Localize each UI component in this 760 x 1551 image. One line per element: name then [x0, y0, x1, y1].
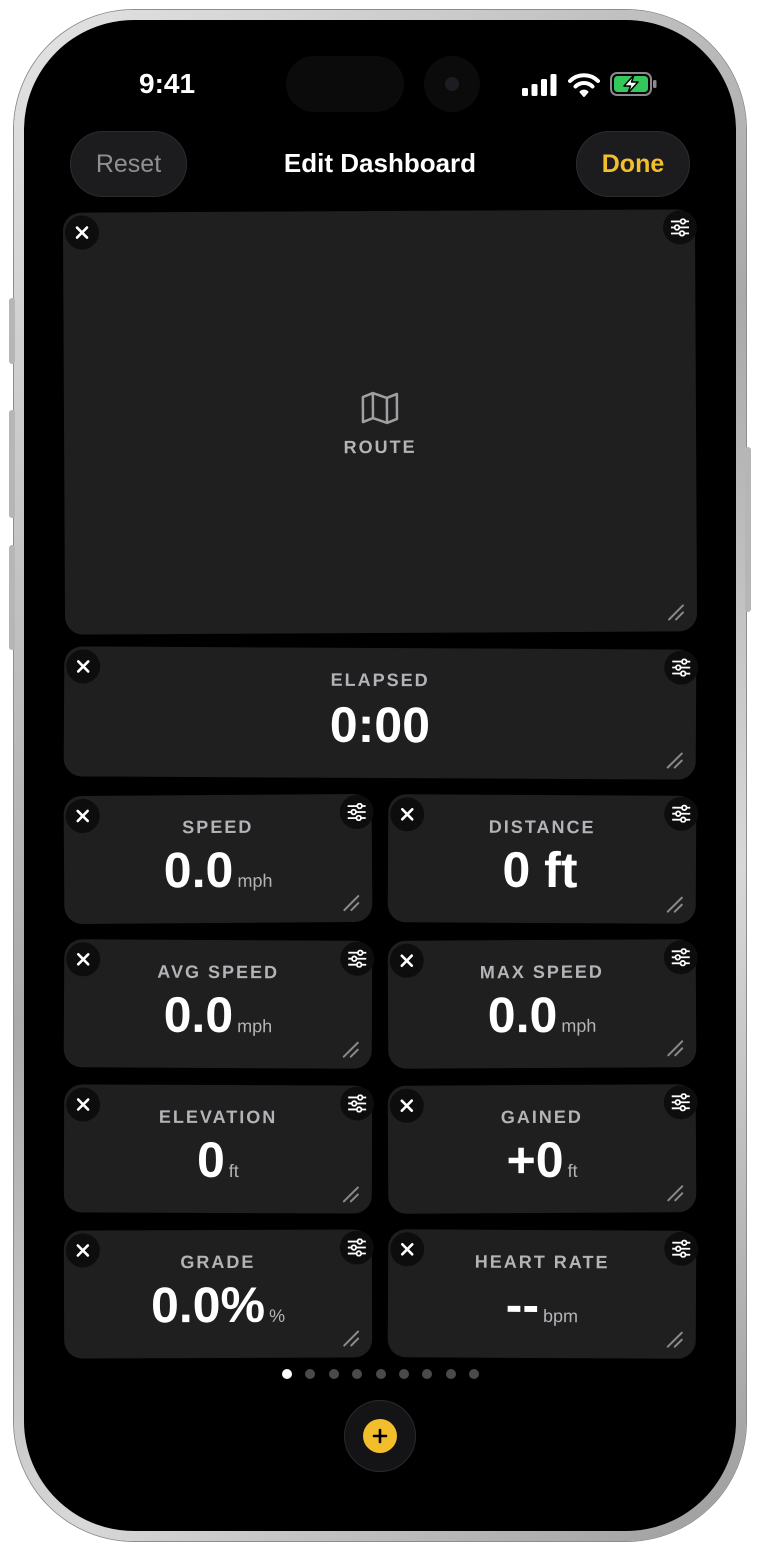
resize-handle-icon[interactable] — [340, 1328, 360, 1348]
close-icon — [75, 226, 89, 239]
tile-value: 0.0 — [163, 986, 234, 1044]
reset-button[interactable]: Reset — [70, 131, 187, 197]
action-button — [9, 298, 15, 364]
camera-icon — [424, 56, 480, 112]
done-button[interactable]: Done — [576, 131, 690, 197]
widget-settings-button[interactable] — [662, 210, 698, 245]
metric-tile[interactable]: AVG SPEED 0.0 mph — [63, 939, 375, 1069]
battery-charging-icon — [610, 72, 657, 96]
tile-unit: mph — [237, 1016, 273, 1037]
route-label: ROUTE — [343, 436, 417, 458]
metric-tile[interactable]: GRADE 0.0%% — [63, 1229, 374, 1359]
add-widget-button[interactable] — [344, 1400, 416, 1472]
metric-tile[interactable]: SPEED 0.0 mph — [63, 793, 374, 925]
tile-label: SPEED — [182, 816, 254, 838]
resize-handle-icon[interactable] — [340, 1183, 360, 1203]
page-dot[interactable] — [282, 1369, 292, 1379]
elapsed-widget[interactable]: ELAPSED 0:00 — [63, 646, 699, 780]
resize-handle-icon[interactable] — [664, 749, 684, 769]
tile-label: DISTANCE — [488, 816, 596, 838]
cellular-signal-icon — [522, 74, 557, 96]
resize-handle-icon[interactable] — [664, 1329, 684, 1349]
tile-label: AVG SPEED — [157, 961, 280, 983]
elapsed-label: ELAPSED — [330, 669, 430, 691]
tile-label: MAX SPEED — [479, 961, 604, 983]
page-dot[interactable] — [445, 1369, 456, 1379]
side-button — [745, 447, 751, 612]
tile-value: 0.0 — [487, 986, 558, 1044]
metric-tile[interactable]: MAX SPEED 0.0 mph — [387, 939, 698, 1069]
volume-down-button — [9, 545, 15, 650]
page-dot[interactable] — [399, 1369, 409, 1379]
resize-handle-icon[interactable] — [664, 1182, 684, 1202]
tile-value: -- — [505, 1276, 540, 1333]
phone-screen: 9:41 Reset Edit Dashboard Done ROUTE ELA… — [24, 20, 736, 1531]
tile-value: +0 — [506, 1131, 564, 1189]
remove-widget-button[interactable] — [64, 215, 100, 250]
page-dot[interactable] — [375, 1369, 386, 1379]
metric-tile[interactable]: DISTANCE 0 ft — [387, 794, 699, 924]
tile-value: 0 ft — [502, 841, 578, 899]
status-time: 9:41 — [139, 68, 196, 99]
tile-unit: mph — [237, 870, 273, 891]
tile-label: GRADE — [180, 1251, 256, 1273]
resize-handle-icon[interactable] — [340, 892, 360, 912]
tile-unit: ft — [228, 1161, 239, 1182]
map-icon — [361, 391, 399, 425]
tile-unit: bpm — [542, 1306, 579, 1327]
tile-value: 0.0 — [163, 841, 234, 899]
metric-tile[interactable]: HEART RATE -- bpm — [387, 1229, 699, 1359]
tile-label: GAINED — [500, 1106, 583, 1128]
resize-handle-icon[interactable] — [664, 1037, 684, 1057]
resize-handle-icon[interactable] — [665, 601, 685, 621]
wifi-icon — [568, 73, 600, 97]
tile-label: ELEVATION — [158, 1106, 278, 1128]
tile-unit: ft — [567, 1160, 578, 1181]
page-dot[interactable] — [305, 1369, 316, 1379]
resize-handle-icon[interactable] — [340, 1039, 360, 1059]
page-dot[interactable] — [352, 1369, 363, 1379]
volume-up-button — [9, 410, 15, 518]
metric-tile[interactable]: GAINED +0 ft — [387, 1084, 698, 1214]
elapsed-value: 0:00 — [329, 696, 431, 754]
tile-label: HEART RATE — [474, 1251, 610, 1273]
tile-value: 0.0% — [150, 1276, 266, 1334]
dynamic-island — [286, 56, 404, 112]
tile-value: 0 — [196, 1131, 225, 1189]
page-dot[interactable] — [422, 1369, 433, 1379]
metric-tile[interactable]: ELEVATION 0 ft — [63, 1084, 375, 1214]
page-title: Edit Dashboard — [283, 148, 477, 178]
plus-icon — [372, 1428, 388, 1444]
resize-handle-icon[interactable] — [664, 894, 684, 914]
page-dot[interactable] — [328, 1369, 339, 1379]
sliders-icon — [670, 218, 690, 237]
tile-unit: % — [269, 1305, 286, 1326]
page-dot[interactable] — [469, 1369, 480, 1379]
tile-unit: mph — [561, 1015, 597, 1036]
route-widget[interactable]: ROUTE — [62, 209, 698, 635]
